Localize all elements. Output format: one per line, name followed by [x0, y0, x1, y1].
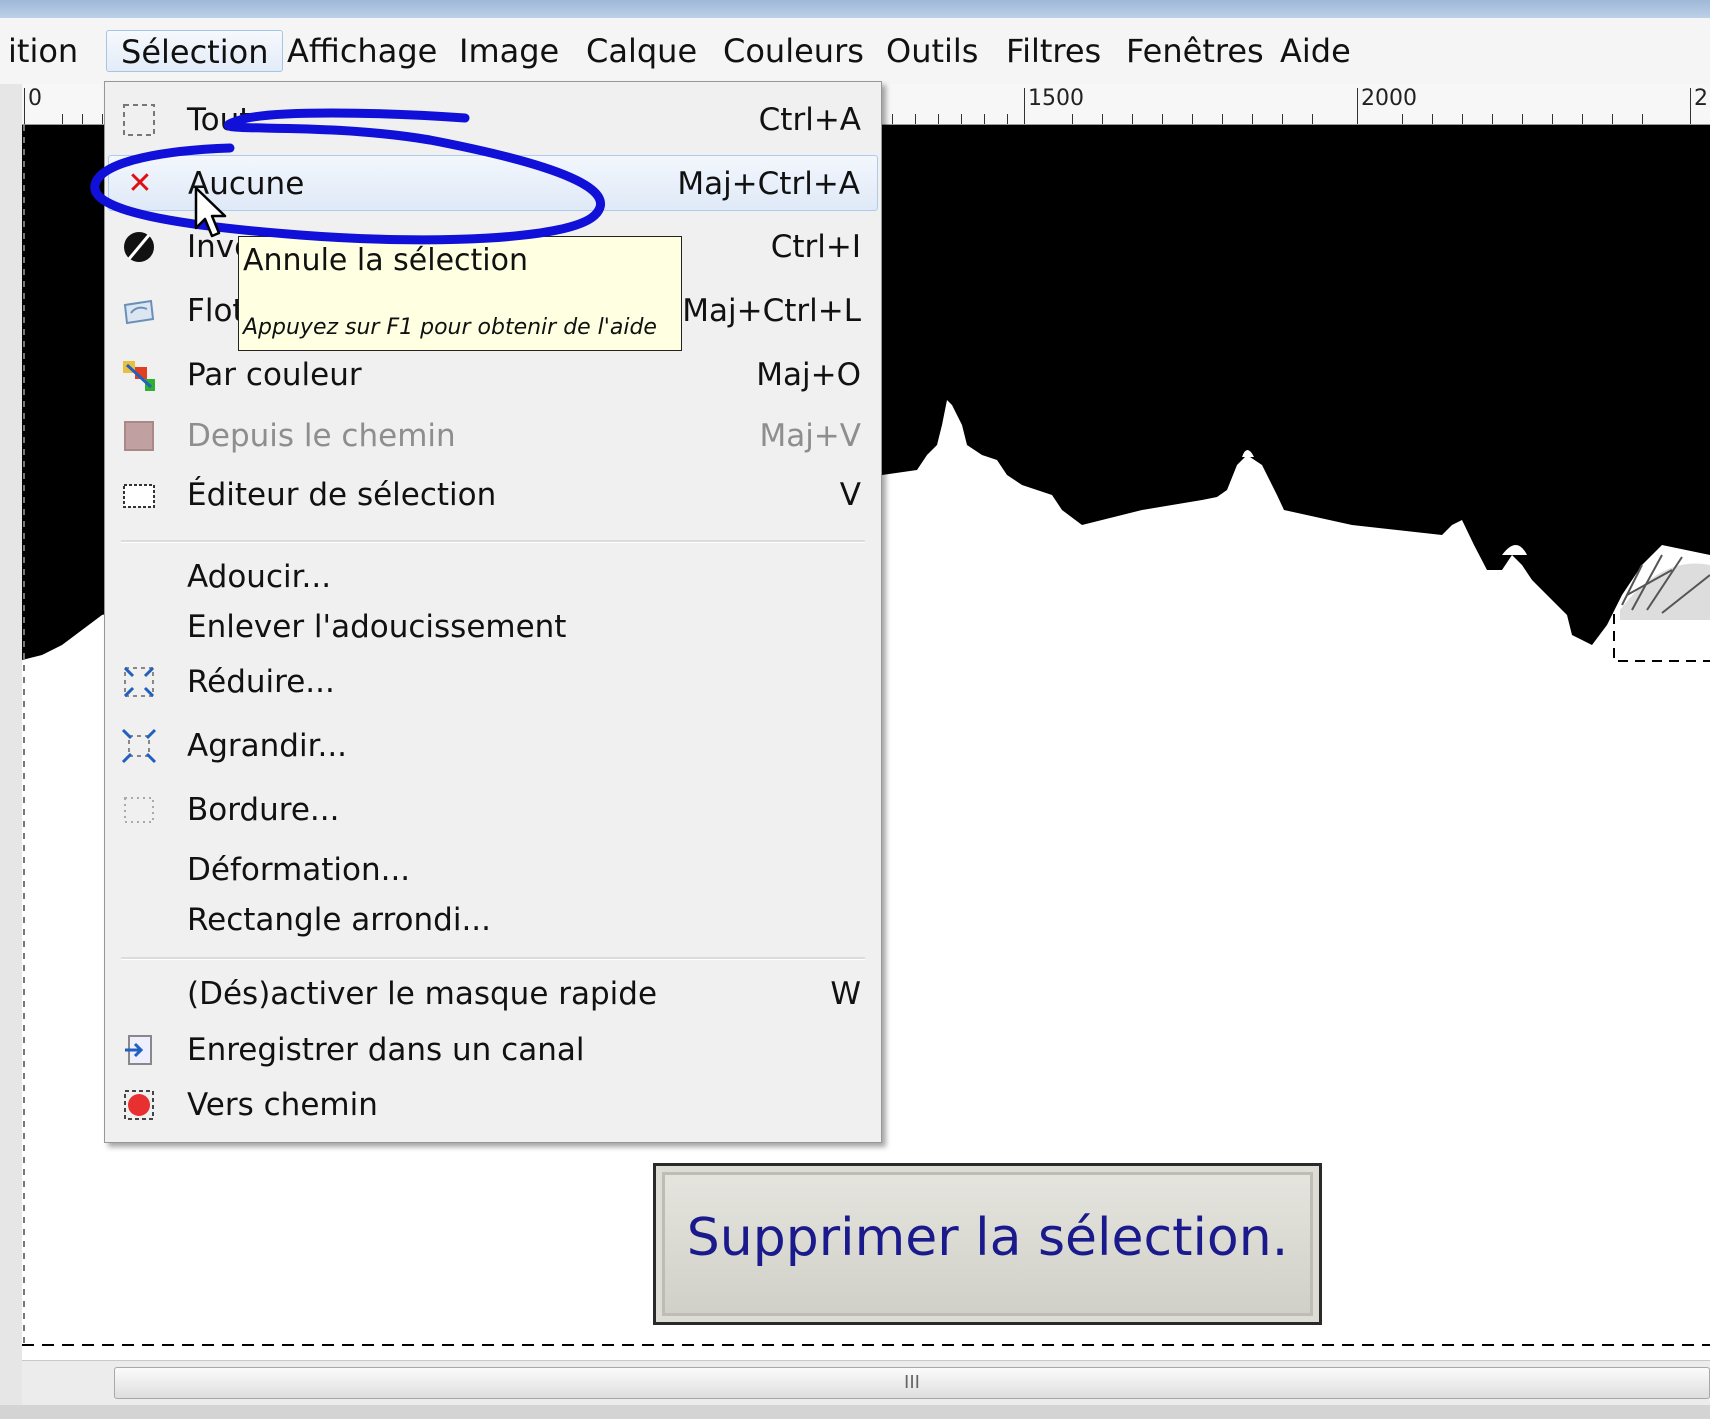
scrollbar-thumb[interactable]: III [114, 1367, 1710, 1399]
menu-couleurs[interactable]: Couleurs [709, 30, 878, 72]
selection-editor-icon [121, 477, 157, 513]
menu-item-bordure[interactable]: Bordure... [105, 782, 881, 838]
ruler-label: 1500 [1028, 86, 1084, 111]
menu-item-enlever-adoucissement[interactable]: Enlever l'adoucissement [105, 599, 881, 655]
menu-item-aucune[interactable]: ✕ Aucune Maj+Ctrl+A [108, 155, 878, 211]
menu-item-agrandir[interactable]: Agrandir... [105, 718, 881, 774]
menu-item-reduire[interactable]: Réduire... [105, 654, 881, 710]
to-path-icon [121, 1087, 157, 1123]
float-icon [121, 293, 157, 329]
grow-icon [121, 728, 157, 764]
tooltip-title: Annule la sélection [243, 243, 528, 278]
menu-item-depuis-chemin[interactable]: Depuis le chemin Maj+V [105, 408, 881, 464]
menubar: ition Sélection Affichage Image Calque C… [0, 18, 1710, 85]
menu-item-rectangle-arrondi[interactable]: Rectangle arrondi... [105, 892, 881, 948]
menu-separator [121, 540, 865, 543]
menu-image[interactable]: Image [445, 30, 573, 72]
menu-item-deformation[interactable]: Déformation... [105, 842, 881, 898]
tooltip: Annule la sélection Appuyez sur F1 pour … [238, 236, 682, 351]
save-channel-icon [121, 1032, 157, 1068]
shrink-icon [121, 664, 157, 700]
status-strip [0, 1405, 1710, 1419]
from-path-icon [121, 418, 157, 454]
border-icon [121, 792, 157, 828]
annotation-label: Supprimer la sélection. [653, 1163, 1322, 1325]
menu-separator [121, 957, 865, 960]
ruler-label: 0 [28, 86, 42, 111]
menu-fenetres[interactable]: Fenêtres [1112, 30, 1278, 72]
left-ruler [0, 84, 23, 1419]
menu-edition[interactable]: ition [0, 30, 92, 72]
menu-item-tout[interactable]: Tout Ctrl+A [105, 92, 881, 148]
menu-affichage[interactable]: Affichage [273, 30, 451, 72]
menu-item-adoucir[interactable]: Adoucir... [105, 549, 881, 605]
menu-item-enregistrer-canal[interactable]: Enregistrer dans un canal [105, 1022, 881, 1078]
menu-item-masque-rapide[interactable]: (Dés)activer le masque rapide W [105, 966, 881, 1022]
by-color-icon [121, 357, 157, 393]
scrollbar-grip: III [904, 1372, 920, 1393]
menu-item-vers-chemin[interactable]: Vers chemin [105, 1077, 881, 1133]
window-title-strip [0, 0, 1710, 18]
menu-calque[interactable]: Calque [572, 30, 711, 72]
invert-icon [121, 229, 157, 265]
menu-filtres[interactable]: Filtres [992, 30, 1115, 72]
tooltip-hint: Appuyez sur F1 pour obtenir de l'aide [243, 315, 657, 340]
menu-outils[interactable]: Outils [872, 30, 992, 72]
ruler-label: 2 [1694, 86, 1708, 111]
horizontal-scrollbar[interactable]: III [22, 1360, 1710, 1406]
menu-selection[interactable]: Sélection [106, 30, 284, 72]
ruler-label: 2000 [1361, 86, 1417, 111]
select-all-icon [121, 102, 157, 138]
menu-item-par-couleur[interactable]: Par couleur Maj+O [105, 347, 881, 403]
menu-aide[interactable]: Aide [1266, 30, 1365, 72]
select-none-icon: ✕ [127, 166, 153, 201]
menu-item-editeur-selection[interactable]: Éditeur de sélection V [105, 467, 881, 523]
